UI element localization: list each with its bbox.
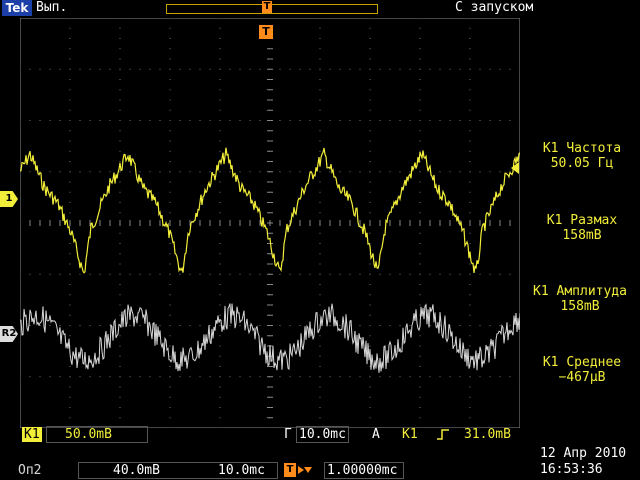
run-status: Вып. <box>36 0 68 15</box>
delay-icon: T <box>284 463 312 477</box>
ref2-label: Оп2 <box>18 463 42 478</box>
trigger-level: 31.0mВ <box>464 427 511 442</box>
trigger-position-bar-marker: T <box>262 1 272 13</box>
date: 12 Апр 2010 <box>540 446 627 461</box>
ref2-timebase: 10.0mс <box>218 463 265 478</box>
measurement-label: К1 Амплитуда <box>533 284 627 299</box>
measurement-mean: К1 Среднее −467µВ <box>524 355 640 385</box>
ch1-ground-marker: 1 <box>0 191 18 207</box>
ch1-label: К1 <box>22 427 42 442</box>
time: 16:53:36 <box>540 462 603 477</box>
measurement-value: 158mВ <box>560 299 600 314</box>
trigger-level-pointer <box>511 162 519 174</box>
trigger-prefix: А <box>372 427 380 442</box>
ch1-scale: 50.0mВ <box>46 426 148 443</box>
trigger-source: К1 <box>402 427 418 442</box>
record-view-bar <box>166 4 378 14</box>
timebase-value: 10.0mс <box>296 426 349 443</box>
measurement-value: −467µВ <box>558 370 606 385</box>
trigger-position-marker: T <box>259 25 273 39</box>
measurement-label: К1 Среднее <box>542 355 622 370</box>
measurement-amplitude: К1 Амплитуда 158mВ <box>522 284 638 314</box>
measurement-label: К1 Размах <box>546 213 618 228</box>
timebase-prefix: Г <box>284 427 292 442</box>
measurement-label: К1 Частота <box>542 141 622 156</box>
measurement-value: 50.05 Гц <box>550 156 614 171</box>
acquire-mode: С запуском <box>455 0 534 15</box>
brand-logo: Tek <box>2 0 32 16</box>
measurement-value: 158mВ <box>562 228 602 243</box>
graticule <box>20 18 520 428</box>
measurement-peak-to-peak: К1 Размах 158mВ <box>524 213 640 243</box>
measurement-frequency: К1 Частота 50.05 Гц <box>524 141 640 171</box>
rising-edge-icon <box>437 429 449 440</box>
ref2-ground-marker: R2 <box>0 326 18 342</box>
delay-value: 1.00000mс <box>324 462 405 479</box>
